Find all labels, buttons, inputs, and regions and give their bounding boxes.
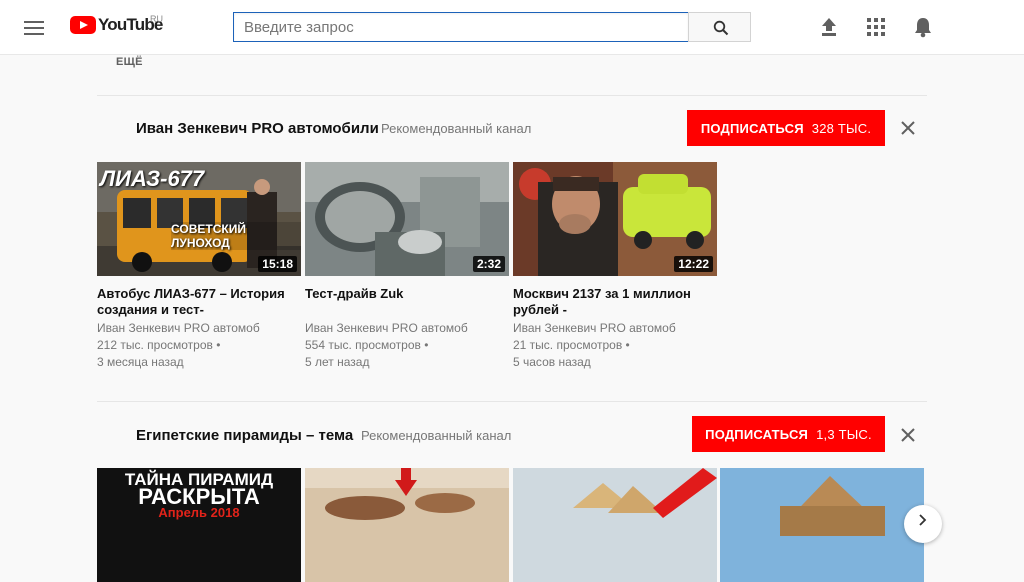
- youtube-logo[interactable]: YouTube: [70, 15, 163, 35]
- search-icon: [713, 20, 729, 36]
- video-title[interactable]: Тест-драйв Zuk: [305, 286, 509, 318]
- thumbnail-text: Апрель 2018: [158, 505, 240, 520]
- video-duration: 2:32: [472, 256, 505, 272]
- subscribe-label: ПОДПИСАТЬСЯ: [700, 120, 804, 136]
- thumbnail-text: ЛИАЗ-677: [100, 166, 205, 191]
- masthead: YouTube RU: [0, 0, 1024, 55]
- video-views: 554 тыс. просмотров •: [305, 338, 429, 352]
- video-thumbnail[interactable]: 2:32: [305, 162, 509, 276]
- subscriber-count: 328 ТЫС.: [811, 120, 872, 136]
- sphinx-thumbnail-image: [720, 468, 924, 582]
- video-channel[interactable]: Иван Зенкевич PRO автомоб: [305, 320, 509, 337]
- upload-icon[interactable]: [820, 16, 838, 38]
- video-channel[interactable]: Иван Зенкевич PRO автомоб: [97, 320, 301, 337]
- video-thumbnail[interactable]: ЛИАЗ-677 СОВЕТСКИЙ ЛУНОХОД 15:18: [97, 162, 301, 276]
- dismiss-shelf-close-icon[interactable]: [901, 428, 915, 442]
- show-more-link[interactable]: ЕЩЁ: [116, 56, 143, 68]
- video-card[interactable]: 2:32 Тест-драйв Zuk Иван Зенкевич PRO ав…: [305, 162, 509, 371]
- search-box: [233, 12, 689, 42]
- youtube-play-icon: [70, 16, 96, 34]
- video-card[interactable]: [305, 468, 509, 582]
- subscriber-count: 1,3 ТЫС.: [816, 426, 872, 442]
- video-card[interactable]: [720, 468, 924, 582]
- logo-region: RU: [150, 14, 163, 24]
- thumbnail-caption: СОВЕТСКИЙ ЛУНОХОД: [171, 222, 301, 250]
- video-age: 3 месяца назад: [97, 355, 184, 369]
- video-views: 212 тыс. просмотров •: [97, 338, 221, 352]
- shelf-title[interactable]: Иван Зенкевич PRO автомобили: [136, 120, 379, 137]
- chevron-right-icon: [919, 514, 927, 526]
- video-title[interactable]: Автобус ЛИАЗ-677 – История создания и те…: [97, 286, 301, 318]
- apps-grid-icon[interactable]: [867, 18, 885, 36]
- subscribe-label: ПОДПИСАТЬСЯ: [705, 426, 809, 442]
- search-button[interactable]: [688, 12, 751, 42]
- shelf-subtitle: Рекомендованный канал: [361, 428, 512, 443]
- desert-thumbnail-image: [305, 468, 509, 582]
- video-title[interactable]: Москвич 2137 за 1 миллион рублей -: [513, 286, 717, 318]
- video-thumbnail[interactable]: 12:22: [513, 162, 717, 276]
- subscribe-button[interactable]: ПОДПИСАТЬСЯ 1,3 ТЫС.: [692, 416, 885, 452]
- hamburger-menu-icon[interactable]: [22, 17, 46, 37]
- video-age: 5 лет назад: [305, 355, 370, 369]
- video-card[interactable]: ТАЙНА ПИРАМИД РАСКРЫТА Апрель 2018: [97, 468, 301, 582]
- shelf-subtitle: Рекомендованный канал: [381, 121, 532, 136]
- video-duration: 15:18: [258, 256, 297, 272]
- shelf-title[interactable]: Египетские пирамиды – тема: [136, 427, 353, 444]
- video-thumbnail[interactable]: [305, 468, 509, 582]
- video-card[interactable]: ЛИАЗ-677 СОВЕТСКИЙ ЛУНОХОД 15:18 Автобус…: [97, 162, 301, 371]
- shelf-divider: [97, 95, 927, 96]
- video-thumbnail[interactable]: [720, 468, 924, 582]
- video-duration: 12:22: [674, 256, 713, 272]
- video-thumbnail[interactable]: ТАЙНА ПИРАМИД РАСКРЫТА Апрель 2018: [97, 468, 301, 582]
- search-input[interactable]: [234, 13, 688, 41]
- subscribe-button[interactable]: ПОДПИСАТЬСЯ 328 ТЫС.: [687, 110, 885, 146]
- video-card[interactable]: [513, 468, 717, 582]
- shelf-divider: [97, 401, 927, 402]
- video-views: 21 тыс. просмотров •: [513, 338, 630, 352]
- video-age: 5 часов назад: [513, 355, 591, 369]
- shelf-next-button[interactable]: [904, 505, 942, 543]
- notifications-bell-icon[interactable]: [913, 16, 933, 38]
- pyramids-thumbnail-image: [513, 468, 717, 582]
- video-channel[interactable]: Иван Зенкевич PRO автомоб: [513, 320, 717, 337]
- video-thumbnail[interactable]: [513, 468, 717, 582]
- video-card[interactable]: 12:22 Москвич 2137 за 1 миллион рублей -…: [513, 162, 717, 371]
- dismiss-shelf-close-icon[interactable]: [901, 121, 915, 135]
